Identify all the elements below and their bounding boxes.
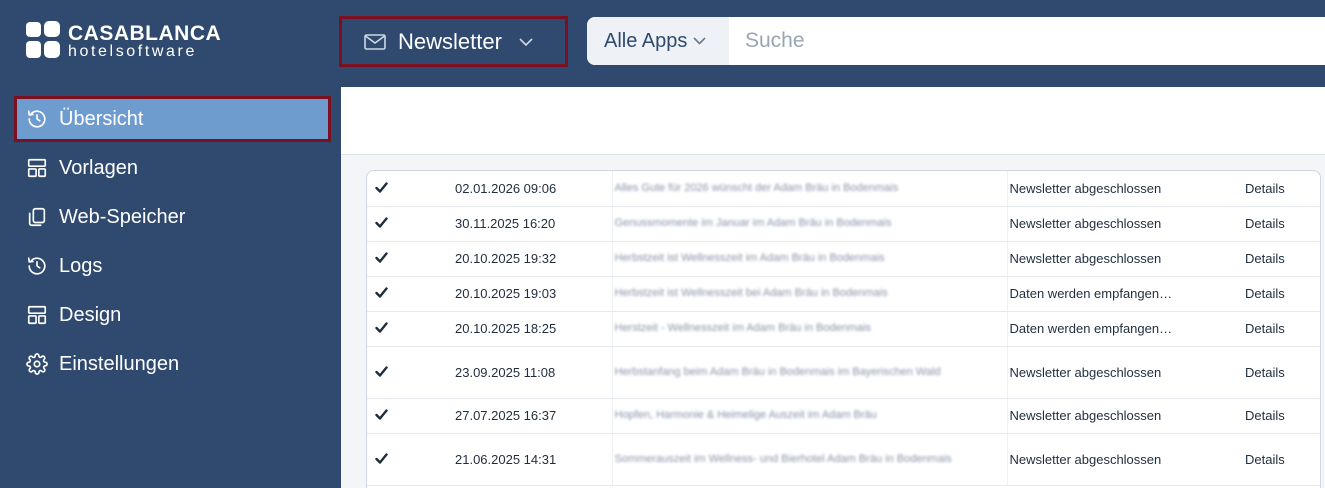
subject-cell: Herbstzeit ist Wellnesszeit bei Adam Brä… — [611, 276, 1008, 312]
history-icon — [27, 257, 46, 275]
casablanca-logo[interactable]: CASABLANCA hotelsoftware — [26, 21, 222, 60]
sidebar-item-web-speicher[interactable]: Web-Speicher — [14, 194, 331, 240]
subject-cell: Genussmomente im Januar im Adam Bräu in … — [611, 206, 1008, 242]
status-check-cell — [367, 346, 447, 399]
table-row: 21.06.2025 14:31 Sommerauszeit im Wellnes… — [367, 433, 1320, 486]
status-check-cell — [367, 276, 447, 312]
status-check-cell — [367, 171, 447, 207]
subject-cell: Sommerauszeit im Wellness- und Bierhotel… — [611, 433, 1008, 486]
status-cell: Newsletter abgeschlossen — [1007, 346, 1245, 399]
sidebar-item-label: Logs — [59, 254, 103, 277]
details-link[interactable]: Details — [1245, 206, 1320, 242]
status-cell: Daten werden empfangen… — [1007, 276, 1245, 312]
status-cell: Newsletter abgeschlossen — [1007, 241, 1245, 277]
check-icon — [375, 409, 388, 420]
status-check-cell — [367, 398, 447, 434]
date-cell: 20.10.2025 18:25 — [447, 311, 612, 347]
status-cell: Newsletter abgeschlossen — [1007, 206, 1245, 242]
status-check-cell — [367, 433, 447, 486]
main-toolbar — [341, 87, 1325, 155]
search-input[interactable] — [745, 29, 1305, 53]
date-cell: 20.10.2025 19:03 — [447, 276, 612, 312]
table-row: 20.10.2025 18:25 Herstzeit - Wellnesszeit… — [367, 311, 1320, 347]
newsletter-table: 02.01.2026 09:06 Alles Gute für 2026 wüns… — [366, 170, 1321, 488]
logo-line1: CASABLANCA — [68, 21, 222, 45]
subject-cell: Herbstanfang beim Adam Bräu in Bodenmais… — [611, 346, 1008, 399]
details-link[interactable]: Details — [1245, 311, 1320, 347]
layout-icon — [27, 305, 47, 325]
check-icon — [375, 287, 388, 298]
check-icon — [375, 252, 388, 263]
check-icon — [375, 452, 388, 464]
app-switcher[interactable]: Newsletter — [339, 16, 568, 67]
details-link[interactable]: Details — [1245, 346, 1320, 399]
sidebar-nav: Übersicht Vorlagen Web-Speicher Logs Des… — [14, 96, 331, 390]
sidebar: CASABLANCA hotelsoftware Übersicht Vorla… — [0, 0, 341, 488]
sidebar-item-label: Web-Speicher — [59, 205, 186, 228]
table-row: 30.11.2025 16:20 Genussmomente im Januar … — [367, 206, 1320, 242]
table-row: 23.09.2025 11:08 Herbstanfang beim Adam B… — [367, 346, 1320, 399]
subject-cell: Herbstzeit ist Wellnesszeit im Adam Bräu… — [611, 241, 1008, 277]
details-link[interactable]: Details — [1245, 398, 1320, 434]
date-cell: 30.11.2025 16:20 — [447, 206, 612, 242]
sidebar-item-vorlagen[interactable]: Vorlagen — [14, 145, 331, 191]
history-icon — [27, 110, 46, 128]
status-cell: Newsletter abgeschlossen — [1007, 398, 1245, 434]
status-check-cell — [367, 311, 447, 347]
sidebar-item-logs[interactable]: Logs — [14, 243, 331, 289]
layout-icon — [27, 158, 47, 178]
search-bar: Alle Apps — [587, 17, 1325, 65]
status-cell: Daten werden empfangen… — [1007, 311, 1245, 347]
table-row: 20.10.2025 19:32 Herbstzeit ist Wellnessz… — [367, 241, 1320, 277]
sidebar-item-label: Design — [59, 303, 122, 326]
date-cell: 20.10.2025 19:32 — [447, 241, 612, 277]
subject-cell: Alles Gute für 2026 wünscht der Adam Brä… — [611, 171, 1008, 207]
sidebar-item-label: Einstellungen — [59, 352, 180, 375]
status-check-cell — [367, 241, 447, 277]
status-cell: Newsletter abgeschlossen — [1007, 433, 1245, 486]
table-row: 27.07.2025 16:37 Hopfen, Harmonie & Heime… — [367, 398, 1320, 434]
date-cell: 23.09.2025 11:08 — [447, 346, 612, 399]
subject-cell: Herstzeit - Wellnesszeit im Adam Bräu in… — [611, 311, 1008, 347]
date-cell: 27.07.2025 16:37 — [447, 398, 612, 434]
details-link[interactable]: Details — [1245, 276, 1320, 312]
status-cell: Newsletter abgeschlossen — [1007, 171, 1245, 207]
gear-icon — [26, 353, 48, 375]
table-row: 02.01.2026 09:06 Alles Gute für 2026 wüns… — [367, 171, 1320, 207]
sidebar-item-design[interactable]: Design — [14, 292, 331, 338]
mail-icon — [364, 33, 386, 50]
sidebar-item-einstellungen[interactable]: Einstellungen — [14, 341, 331, 387]
status-check-cell — [367, 206, 447, 242]
details-link[interactable]: Details — [1245, 433, 1320, 486]
chevron-down-icon — [693, 37, 706, 45]
apps-filter-dropdown[interactable]: Alle Apps — [587, 17, 729, 65]
check-icon — [375, 365, 388, 377]
details-link[interactable]: Details — [1245, 241, 1320, 277]
sidebar-item-label: Übersicht — [59, 107, 144, 130]
check-icon — [375, 182, 388, 193]
details-link[interactable]: Details — [1245, 171, 1320, 207]
apps-filter-label: Alle Apps — [604, 29, 688, 52]
app-switcher-label: Newsletter — [398, 28, 502, 54]
check-icon — [375, 322, 388, 333]
date-cell: 02.01.2026 09:06 — [447, 171, 612, 207]
chevron-down-icon — [519, 37, 533, 46]
logo-mark-icon — [26, 21, 62, 60]
main-content: 02.01.2026 09:06 Alles Gute für 2026 wüns… — [341, 87, 1325, 488]
check-icon — [375, 217, 388, 228]
table-row: 20.10.2025 19:03 Herbstzeit ist Wellnessz… — [367, 276, 1320, 312]
date-cell: 21.06.2025 14:31 — [447, 433, 612, 486]
subject-cell: Hopfen, Harmonie & Heimelige Auszeit im … — [611, 398, 1008, 434]
files-icon — [28, 207, 46, 227]
sidebar-item-uebersicht[interactable]: Übersicht — [14, 96, 331, 142]
logo-line2: hotelsoftware — [68, 42, 197, 60]
sidebar-item-label: Vorlagen — [59, 156, 138, 179]
